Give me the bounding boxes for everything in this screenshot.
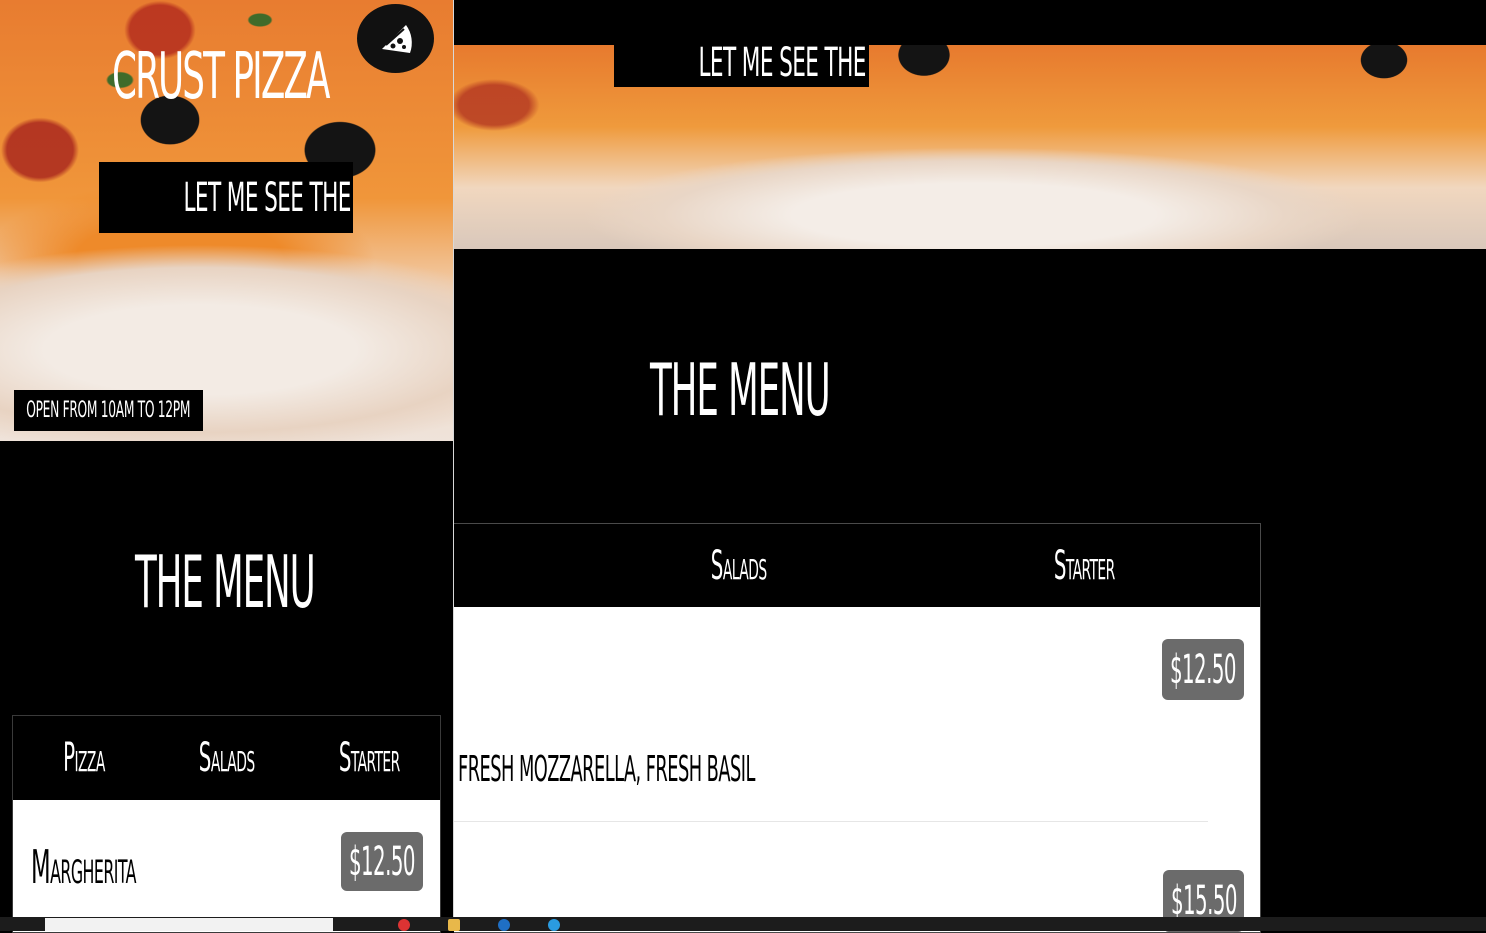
menu-item-description: FRESH MOZZARELLA, FRESH BASIL [458, 749, 998, 790]
folder-icon[interactable] [448, 919, 460, 931]
tab-salads[interactable]: Salads [564, 524, 914, 607]
tab-label: Starter [338, 735, 400, 781]
tab-label: Salads [711, 542, 767, 589]
tab-pizza[interactable] [454, 524, 564, 607]
os-taskbar [0, 917, 1486, 931]
pizza-slice-icon [381, 24, 412, 53]
menu-items-list: $12.50 FRESH MOZZARELLA, FRESH BASIL $15… [454, 607, 1260, 932]
hours-text: OPEN FROM 10AM TO 12PM [26, 398, 191, 423]
tab-label: Pizza [63, 735, 106, 781]
logo[interactable] [357, 4, 434, 73]
tab-label: Starter [1053, 542, 1115, 589]
app-icon[interactable] [548, 919, 560, 931]
top-bar [454, 0, 1486, 45]
tab-starter[interactable]: Starter [298, 716, 440, 800]
tab-salads[interactable]: Salads [155, 716, 297, 800]
menu-tabs: Salads Starter [454, 524, 1260, 607]
menu-heading: THE MENU [135, 540, 461, 624]
price-text: $12.50 [1170, 646, 1236, 693]
taskbar-search-input[interactable] [45, 918, 333, 931]
tab-pizza[interactable]: Pizza [13, 716, 155, 800]
menu-item-name: Margherita [31, 840, 222, 894]
see-menu-button[interactable]: LET ME SEE THE MENU [614, 38, 869, 87]
brand-title: CRUST PIZZA [112, 40, 330, 114]
see-menu-button-label: LET ME SEE THE MENU [698, 39, 869, 86]
tab-label: Salads [198, 735, 255, 781]
menu-tabs: Pizza Salads Starter [13, 716, 440, 800]
price-badge: $12.50 [1162, 639, 1244, 700]
see-menu-button[interactable]: LET ME SEE THE MENU [99, 162, 353, 233]
hours-badge: OPEN FROM 10AM TO 12PM [14, 390, 203, 431]
menu-tabs-panel: Salads Starter $12.50 FRESH MOZZARELLA, … [454, 523, 1261, 933]
hero-image-right [454, 45, 1486, 249]
menu-tabs-panel: Pizza Salads Starter Margherita $12.50 [12, 715, 441, 933]
menu-heading: THE MENU [650, 348, 976, 432]
menu-heading-text: THE MENU [135, 540, 316, 624]
menu-items-list: Margherita $12.50 [13, 800, 440, 932]
menu-heading-text: THE MENU [650, 348, 831, 432]
price-badge: $12.50 [341, 832, 423, 891]
app-icon[interactable] [498, 919, 510, 931]
price-text: $12.50 [349, 838, 415, 885]
browser-icon[interactable] [398, 919, 410, 931]
tab-starter[interactable]: Starter [914, 524, 1254, 607]
see-menu-button-label: LET ME SEE THE MENU [183, 174, 353, 221]
menu-item-description-text: FRESH MOZZARELLA, FRESH BASIL [458, 749, 755, 790]
menu-item-name-text: Margherita [31, 840, 137, 894]
item-divider [454, 821, 1208, 822]
